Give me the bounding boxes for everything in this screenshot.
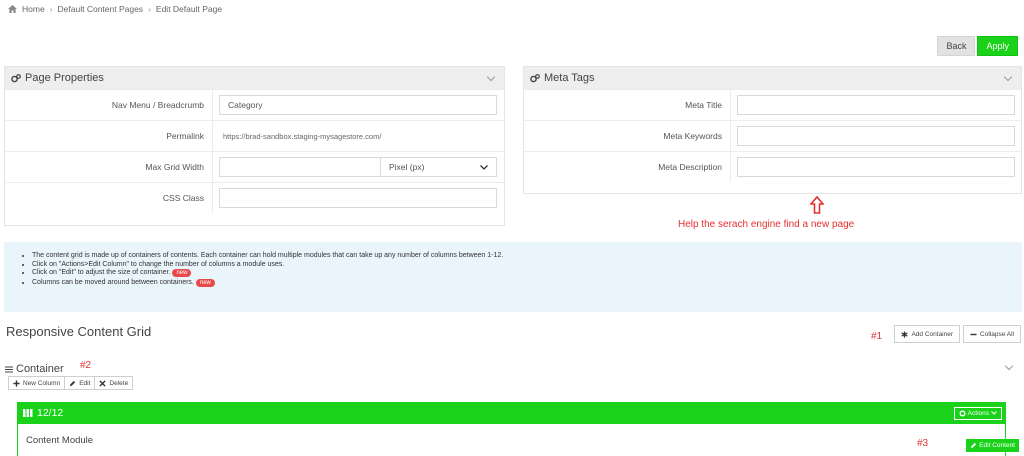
- marker-1: #1: [871, 331, 883, 342]
- chevron-down-icon[interactable]: [1003, 72, 1013, 81]
- permalink-row: Permalink https://brad-sandbox.staging-m…: [5, 120, 504, 151]
- meta-title-row: Meta Title: [524, 89, 1021, 120]
- marker-3: #3: [917, 438, 929, 449]
- chevron-down-icon[interactable]: [486, 72, 496, 81]
- meta-tags-panel: Meta Tags Meta Title Meta Keywords Meta …: [523, 66, 1022, 194]
- new-column-button[interactable]: New Column: [8, 376, 65, 390]
- meta-description-input[interactable]: [737, 157, 1015, 177]
- info-item: Columns can be moved around between cont…: [32, 278, 1022, 287]
- marker-2: #2: [80, 360, 92, 371]
- asterisk-icon: [901, 330, 909, 338]
- gears-icon: [11, 73, 21, 82]
- apply-button[interactable]: Apply: [977, 36, 1018, 56]
- meta-description-row: Meta Description: [524, 151, 1021, 182]
- arrow-up-icon: [810, 196, 824, 214]
- breadcrumb-default-content-pages[interactable]: Default Content Pages: [58, 4, 144, 14]
- css-class-label: CSS Class: [5, 183, 213, 213]
- info-item: The content grid is made up of container…: [32, 252, 1022, 259]
- edit-content-button[interactable]: Edit Content: [966, 439, 1019, 452]
- info-box: The content grid is made up of container…: [4, 242, 1022, 312]
- drag-handle-icon[interactable]: [5, 365, 13, 373]
- close-icon: [99, 379, 107, 387]
- edit-content-label: Edit Content: [979, 442, 1015, 449]
- container-title: Container: [16, 363, 64, 375]
- back-button[interactable]: Back: [937, 36, 976, 56]
- gear-icon: [959, 410, 966, 416]
- add-container-label: Add Container: [911, 330, 954, 338]
- pencil-icon: [70, 380, 76, 386]
- nav-menu-row: Nav Menu / Breadcrumb Category: [5, 89, 504, 120]
- meta-title-input[interactable]: [737, 95, 1015, 115]
- edit-container-button[interactable]: Edit: [64, 376, 95, 390]
- chevron-down-icon: [480, 164, 488, 170]
- new-column-label: New Column: [23, 379, 61, 387]
- page-properties-panel: Page Properties Nav Menu / Breadcrumb Ca…: [4, 66, 505, 226]
- container-buttons: New Column Edit Delete: [8, 376, 134, 390]
- info-item: Click on "Edit" to adjust the size of co…: [32, 269, 1022, 277]
- css-class-input[interactable]: [219, 188, 497, 208]
- page-properties-header[interactable]: Page Properties: [5, 67, 504, 89]
- meta-description-label: Meta Description: [524, 152, 731, 182]
- meta-tags-title: Meta Tags: [544, 72, 595, 84]
- meta-tags-header[interactable]: Meta Tags: [524, 67, 1021, 89]
- breadcrumb-separator: ›: [148, 4, 151, 14]
- grid-unit-select[interactable]: Pixel (px): [381, 157, 497, 177]
- chevron-down-icon: [991, 411, 997, 415]
- grid-title: Responsive Content Grid: [6, 324, 152, 339]
- meta-keywords-label: Meta Keywords: [524, 121, 731, 151]
- column-label: 12/12: [37, 407, 64, 419]
- permalink-label: Permalink: [5, 121, 213, 151]
- new-badge: new: [195, 278, 215, 287]
- max-grid-width-input[interactable]: [219, 157, 381, 177]
- minus-icon: [970, 333, 977, 335]
- gears-icon: [530, 73, 540, 82]
- add-container-button[interactable]: Add Container: [894, 325, 961, 343]
- breadcrumb-edit-default-page: Edit Default Page: [155, 4, 223, 14]
- nav-menu-input[interactable]: Category: [219, 95, 497, 115]
- container-header[interactable]: Container: [5, 363, 64, 375]
- content-module: Content Module: [17, 424, 1006, 456]
- columns-icon: [23, 409, 33, 417]
- meta-title-label: Meta Title: [524, 90, 731, 120]
- meta-keywords-row: Meta Keywords: [524, 120, 1021, 151]
- home-icon: [8, 5, 17, 13]
- css-class-row: CSS Class: [5, 182, 504, 213]
- collapse-all-button[interactable]: Collapse All: [963, 325, 1021, 343]
- grid-actions: Add Container Collapse All: [894, 325, 1021, 343]
- breadcrumb-separator: ›: [49, 4, 53, 14]
- chevron-down-icon[interactable]: [1004, 361, 1014, 371]
- actions-dropdown[interactable]: Actions: [953, 406, 1002, 420]
- max-grid-width-label: Max Grid Width: [5, 152, 213, 182]
- top-actions: Back Apply: [937, 36, 1018, 56]
- nav-menu-label: Nav Menu / Breadcrumb: [5, 90, 213, 120]
- delete-label: Delete: [109, 379, 129, 387]
- column-bar[interactable]: 12/12 Actions: [17, 402, 1006, 424]
- edit-label: Edit: [79, 379, 91, 387]
- meta-keywords-input[interactable]: [737, 126, 1015, 146]
- collapse-all-label: Collapse All: [980, 330, 1014, 338]
- actions-label: Actions: [967, 409, 989, 417]
- grid-unit-value: Pixel (px): [389, 162, 425, 172]
- content-module-title: Content Module: [26, 434, 94, 446]
- breadcrumb: Home › Default Content Pages › Edit Defa…: [8, 4, 222, 14]
- help-annotation: Help the serach engine find a new page: [678, 219, 855, 230]
- new-badge: new: [172, 269, 192, 277]
- max-grid-width-row: Max Grid Width Pixel (px): [5, 151, 504, 182]
- delete-container-button[interactable]: Delete: [94, 376, 134, 390]
- plus-icon: [13, 379, 20, 387]
- page-properties-title: Page Properties: [25, 72, 104, 84]
- pencil-icon: [971, 442, 977, 449]
- permalink-value: https://brad-sandbox.staging-mysagestore…: [223, 131, 382, 141]
- breadcrumb-home[interactable]: Home: [22, 4, 45, 14]
- info-list: The content grid is made up of container…: [32, 252, 1022, 287]
- info-item: Click on "Actions>Edit Column" to change…: [32, 261, 1022, 268]
